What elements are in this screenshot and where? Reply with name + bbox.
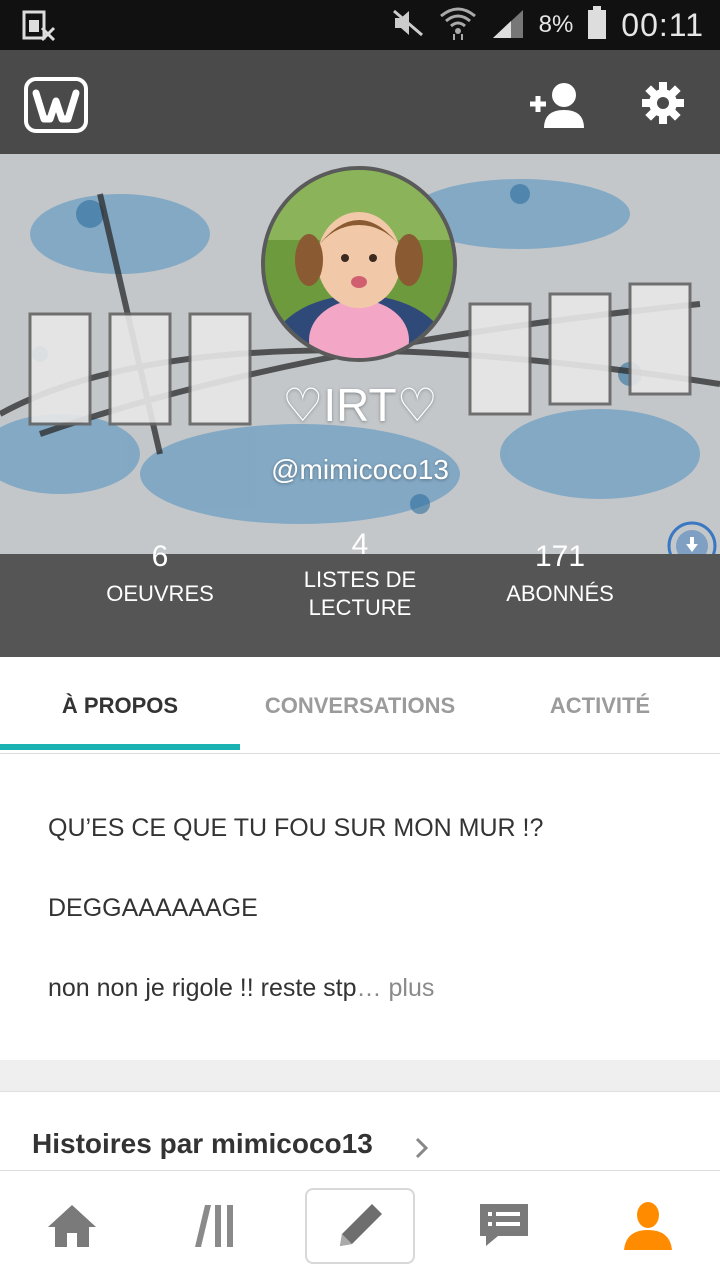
about-line-1: QU’ES CE QUE TU FOU SUR MON MUR !? — [48, 814, 544, 842]
download-icon[interactable] — [666, 520, 718, 554]
stat-value: 6 — [151, 540, 169, 573]
home-icon[interactable] — [32, 1191, 112, 1261]
stat-label: ABONNÉS — [506, 581, 614, 606]
more-link[interactable]: plus — [388, 974, 434, 1002]
pencil-icon[interactable] — [320, 1191, 400, 1261]
section-divider — [0, 1060, 720, 1092]
tab-activity[interactable]: ACTIVITÉ — [480, 657, 720, 754]
chevron-right-icon[interactable] — [412, 1134, 432, 1162]
stat-label-line2: LECTURE — [308, 595, 412, 620]
messages-icon[interactable] — [464, 1191, 544, 1261]
stat-works[interactable]: 6 OEUVRES — [80, 540, 240, 608]
stat-label-line1: LISTES DE — [303, 567, 417, 592]
battery-icon — [587, 5, 607, 45]
app-bar — [0, 50, 720, 154]
gear-icon[interactable] — [640, 80, 686, 126]
stat-label: OEUVRES — [106, 581, 214, 606]
username: @mimicoco13 — [271, 454, 449, 485]
about-ellipsis: … — [356, 974, 382, 1002]
library-icon[interactable] — [176, 1191, 256, 1261]
tab-about[interactable]: À PROPOS — [0, 657, 240, 754]
display-name: ♡IRT♡ — [282, 379, 438, 431]
clock: 00:11 — [621, 6, 704, 43]
tab-conversations[interactable]: CONVERSATIONS — [240, 657, 480, 754]
signal-icon — [491, 8, 525, 43]
profile-icon[interactable] — [608, 1191, 688, 1261]
stat-value: 4 — [351, 528, 369, 561]
stat-value: 171 — [534, 540, 586, 573]
wifi-icon — [439, 6, 477, 45]
profile-tabs: À PROPOS CONVERSATIONS ACTIVITÉ — [0, 657, 720, 754]
add-user-icon[interactable] — [526, 80, 586, 130]
wattpad-logo-icon[interactable] — [24, 77, 88, 133]
battery-percent: 8% — [538, 11, 574, 38]
stat-followers[interactable]: 171 ABONNÉS — [480, 540, 640, 608]
about-line-2: DEGGAAAAAAGE — [48, 894, 258, 922]
active-tab-indicator — [0, 744, 240, 750]
avatar[interactable] — [261, 166, 457, 362]
sim-card-missing-icon — [22, 10, 58, 47]
mute-icon — [391, 8, 425, 43]
about-text: non non je rigole !! reste stp — [48, 974, 357, 1002]
status-bar: 8% 00:11 — [0, 0, 720, 50]
bottom-nav — [0, 1170, 720, 1280]
about-section: QU’ES CE QUE TU FOU SUR MON MUR !? DEGGA… — [0, 758, 720, 1060]
stories-heading[interactable]: Histoires par mimicoco13 — [32, 1128, 373, 1160]
stat-reading-lists[interactable]: 4 LISTES DE LECTURE — [270, 528, 450, 622]
about-line-3: non non je rigole !! reste stp… plus — [48, 974, 434, 1003]
